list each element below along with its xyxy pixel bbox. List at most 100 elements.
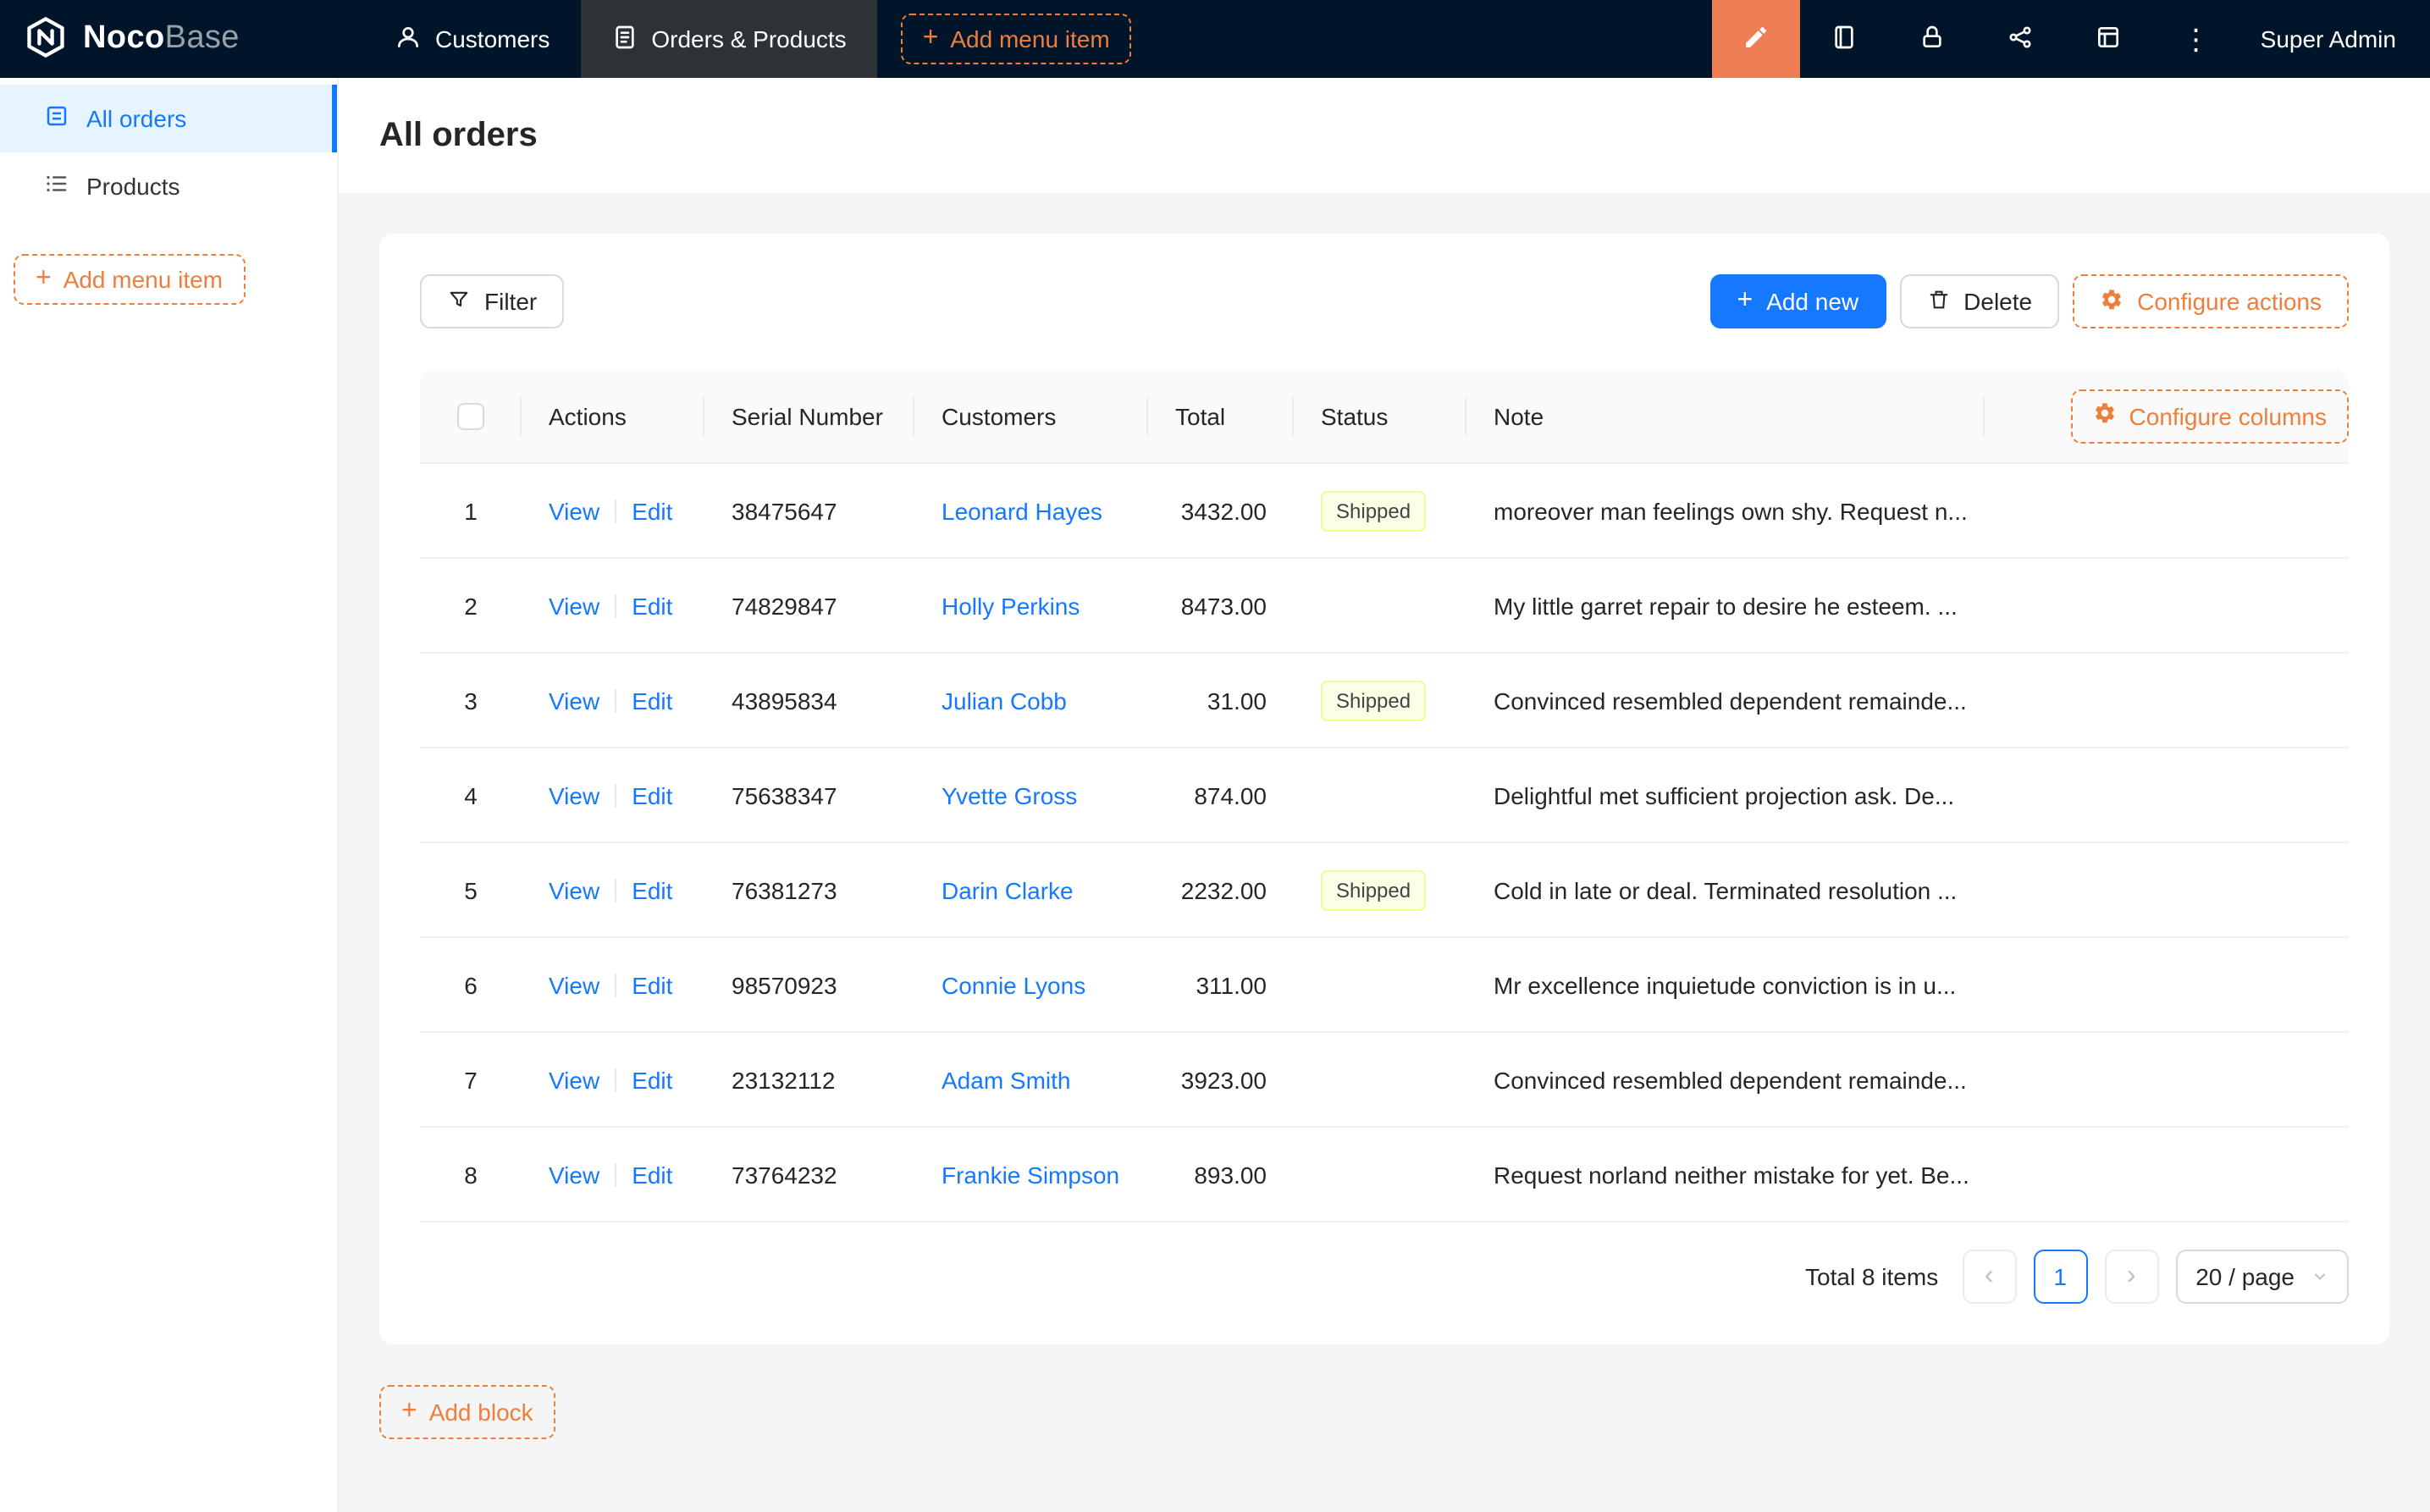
- actions-cell: View Edit: [522, 687, 704, 714]
- add-block-button[interactable]: + Add block: [379, 1385, 555, 1439]
- column-header-serial-number: Serial Number: [704, 369, 914, 462]
- add-new-button[interactable]: + Add new: [1710, 274, 1886, 328]
- configure-columns-button[interactable]: Configure columns: [2072, 389, 2349, 443]
- action-divider: [615, 499, 616, 522]
- edit-link[interactable]: Edit: [632, 876, 672, 903]
- table-body: 1 ViewEdit 38475647 Leonard Hayes 3432.0…: [420, 464, 2349, 1222]
- next-page-button[interactable]: ›: [2104, 1250, 2158, 1304]
- tab-customers[interactable]: Customers: [364, 0, 580, 78]
- view-link[interactable]: View: [549, 497, 599, 524]
- view-link[interactable]: View: [549, 876, 599, 903]
- total-cell: 874.00: [1148, 781, 1294, 808]
- customer-cell: Leonard Hayes: [914, 497, 1148, 524]
- table-icon: [44, 103, 69, 134]
- edit-link[interactable]: Edit: [632, 592, 672, 619]
- actions-cell: View Edit: [522, 781, 704, 808]
- note-cell: Convinced resembled dependent remainde..…: [1466, 687, 1985, 714]
- content-body: Filter + Add new: [339, 193, 2430, 1512]
- note-cell: moreover man feelings own shy. Request n…: [1466, 497, 1985, 524]
- customer-link[interactable]: Leonard Hayes: [942, 497, 1102, 524]
- ui-editor-button[interactable]: [1712, 0, 1800, 78]
- sidebar-item-label: Products: [86, 173, 180, 200]
- edit-link[interactable]: Edit: [632, 781, 672, 808]
- customer-cell: Adam Smith: [914, 1066, 1148, 1093]
- sidebar-item-products[interactable]: Products: [0, 152, 337, 220]
- customer-link[interactable]: Frankie Simpson: [942, 1161, 1119, 1188]
- serial-number-cell: 43895834: [704, 687, 914, 714]
- column-header-actions: Actions: [522, 369, 704, 462]
- customer-link[interactable]: Yvette Gross: [942, 781, 1077, 808]
- filter-button[interactable]: Filter: [420, 274, 564, 328]
- actions-cell: View Edit: [522, 497, 704, 524]
- logo[interactable]: NocoBase: [0, 14, 364, 63]
- select-all-checkbox[interactable]: [457, 402, 484, 429]
- table-row: 8 ViewEdit 73764232 Frankie Simpson 893.…: [420, 1128, 2349, 1222]
- user-menu[interactable]: Super Admin: [2240, 25, 2430, 52]
- view-link[interactable]: View: [549, 687, 599, 714]
- layout-icon: [2095, 23, 2122, 55]
- edit-link[interactable]: Edit: [632, 1161, 672, 1188]
- row-index: 6: [420, 971, 522, 998]
- customer-link[interactable]: Connie Lyons: [942, 971, 1085, 998]
- delete-button[interactable]: Delete: [1899, 274, 2059, 328]
- share-icon-button[interactable]: [1976, 0, 2064, 78]
- more-icon: ⋮: [2182, 25, 2211, 53]
- table-row: 2 ViewEdit 74829847 Holly Perkins 8473.0…: [420, 559, 2349, 654]
- add-block-label: Add block: [429, 1399, 533, 1426]
- note-cell: Mr excellence inquietude conviction is i…: [1466, 971, 1985, 998]
- customer-link[interactable]: Adam Smith: [942, 1066, 1071, 1093]
- edit-link[interactable]: Edit: [632, 687, 672, 714]
- view-link[interactable]: View: [549, 971, 599, 998]
- actions-cell: View Edit: [522, 592, 704, 619]
- filter-icon: [447, 287, 471, 316]
- add-menu-item-button-top[interactable]: + Add menu item: [901, 14, 1132, 64]
- notebook-icon-button[interactable]: [1800, 0, 1888, 78]
- customer-cell: Frankie Simpson: [914, 1161, 1148, 1188]
- page-size-select[interactable]: 20 / page: [2175, 1250, 2349, 1304]
- configure-actions-button[interactable]: Configure actions: [2073, 274, 2349, 328]
- view-link[interactable]: View: [549, 781, 599, 808]
- sidebar-item-all-orders[interactable]: All orders: [0, 85, 337, 152]
- logo-text: NocoBase: [83, 20, 240, 58]
- action-divider: [615, 1068, 616, 1091]
- column-header-status: Status: [1294, 369, 1466, 462]
- total-cell: 2232.00: [1148, 876, 1294, 903]
- total-cell: 3923.00: [1148, 1066, 1294, 1093]
- note-cell: Request norland neither mistake for yet.…: [1466, 1161, 1985, 1188]
- actions-cell: View Edit: [522, 1161, 704, 1188]
- lock-icon-button[interactable]: [1888, 0, 1976, 78]
- customer-link[interactable]: Holly Perkins: [942, 592, 1080, 619]
- table-row: 3 ViewEdit 43895834 Julian Cobb 31.00 Sh…: [420, 654, 2349, 748]
- current-page-button[interactable]: 1: [2033, 1250, 2087, 1304]
- toolbar-right: + Add new Delete: [1710, 274, 2350, 328]
- view-link[interactable]: View: [549, 592, 599, 619]
- view-link[interactable]: View: [549, 1066, 599, 1093]
- column-header-note: Note: [1466, 369, 1985, 462]
- table-row: 6 ViewEdit 98570923 Connie Lyons 311.00 …: [420, 938, 2349, 1033]
- previous-page-button[interactable]: ‹: [1962, 1250, 2016, 1304]
- layout-icon-button[interactable]: [2064, 0, 2152, 78]
- row-index: 8: [420, 1161, 522, 1188]
- edit-link[interactable]: Edit: [632, 497, 672, 524]
- more-icon-button[interactable]: ⋮: [2152, 0, 2240, 78]
- page-title: All orders: [379, 116, 538, 155]
- note-cell: My little garret repair to desire he est…: [1466, 592, 1985, 619]
- add-menu-item-button-side[interactable]: + Add menu item: [14, 254, 245, 305]
- app-root: NocoBase Customers Orders & Products: [0, 0, 2430, 1512]
- view-link[interactable]: View: [549, 1161, 599, 1188]
- customer-link[interactable]: Darin Clarke: [942, 876, 1074, 903]
- add-menu-item-label: Add menu item: [950, 25, 1109, 52]
- edit-link[interactable]: Edit: [632, 971, 672, 998]
- customer-link[interactable]: Julian Cobb: [942, 687, 1067, 714]
- action-divider: [615, 1162, 616, 1186]
- serial-number-cell: 75638347: [704, 781, 914, 808]
- edit-link[interactable]: Edit: [632, 1066, 672, 1093]
- note-cell: Convinced resembled dependent remainde..…: [1466, 1066, 1985, 1093]
- customer-cell: Holly Perkins: [914, 592, 1148, 619]
- tab-label: Customers: [435, 25, 550, 52]
- status-badge: Shipped: [1321, 680, 1426, 720]
- tab-orders-products[interactable]: Orders & Products: [580, 0, 876, 78]
- actions-cell: View Edit: [522, 971, 704, 998]
- sidebar-item-label: All orders: [86, 105, 186, 132]
- customer-cell: Yvette Gross: [914, 781, 1148, 808]
